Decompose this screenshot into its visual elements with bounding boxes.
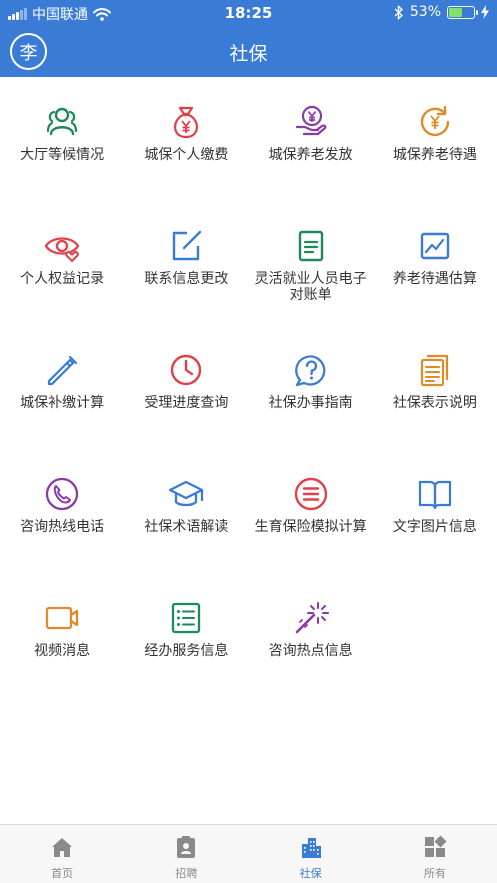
service-label: 城保养老发放 xyxy=(268,147,353,163)
service-tile[interactable]: 社保办事指南 xyxy=(249,325,373,449)
service-label: 城保补缴计算 xyxy=(20,395,105,411)
service-label: 灵活就业人员电子对账单 xyxy=(254,271,367,303)
money-bag-icon xyxy=(174,106,199,139)
document-icon xyxy=(298,230,323,262)
service-tile[interactable]: 城保养老待遇 xyxy=(373,77,497,201)
pencil-icon xyxy=(48,355,78,386)
chart-icon xyxy=(420,232,450,260)
phone-icon xyxy=(45,477,79,511)
badge-icon xyxy=(177,836,196,858)
service-label: 受理进度查询 xyxy=(144,395,229,411)
service-grid: 大厅等候情况 城保个人缴费 城保养老发放 城保养老待遇个人权益记录 联系信息更改 灵活就业… xyxy=(0,77,497,697)
service-tile[interactable]: 大厅等候情况 xyxy=(0,77,124,201)
service-label: 养老待遇估算 xyxy=(392,271,477,287)
yuan-hand-icon xyxy=(295,105,326,136)
service-tile[interactable]: 个人权益记录 xyxy=(0,201,124,325)
service-tile[interactable]: 视频消息 xyxy=(0,573,124,697)
page-title: 社保 xyxy=(229,43,268,65)
tab-building[interactable]: 社保 xyxy=(249,825,373,883)
service-tile[interactable]: 城保补缴计算 xyxy=(0,325,124,449)
service-label: 咨询热点信息 xyxy=(268,643,353,659)
service-label: 生育保险模拟计算 xyxy=(254,519,367,535)
list-icon xyxy=(172,602,201,634)
tab-bar: 首页 招聘 社保 所有 xyxy=(0,824,497,883)
file-stack-icon xyxy=(420,354,448,387)
tab-label: 首页 xyxy=(51,867,74,880)
tab-apps[interactable]: 所有 xyxy=(373,825,497,883)
book-icon xyxy=(418,480,451,510)
charging-icon xyxy=(481,5,489,19)
service-tile[interactable]: 文字图片信息 xyxy=(373,449,497,573)
service-label: 联系信息更改 xyxy=(144,271,229,287)
service-tile[interactable]: 咨询热线电话 xyxy=(0,449,124,573)
service-label: 个人权益记录 xyxy=(20,271,105,287)
service-label: 城保个人缴费 xyxy=(144,147,229,163)
service-tile[interactable]: 社保表示说明 xyxy=(373,325,497,449)
list-circle-icon xyxy=(294,477,327,511)
nav-bar: 李 社保 xyxy=(0,26,497,77)
status-right: 53% xyxy=(394,4,489,20)
service-label: 咨询热线电话 xyxy=(20,519,105,535)
video-icon xyxy=(45,606,79,630)
magic-wand-icon xyxy=(295,602,329,634)
eye-heart-icon xyxy=(44,237,80,263)
status-bar: 中国联通 18:25 53% xyxy=(0,0,497,26)
apps-icon xyxy=(424,835,447,857)
yuan-refresh-icon xyxy=(420,105,450,137)
service-tile[interactable]: 养老待遇估算 xyxy=(373,201,497,325)
service-label: 经办服务信息 xyxy=(144,643,229,659)
service-tile[interactable]: 城保养老发放 xyxy=(249,77,373,201)
graduation-cap-icon xyxy=(169,480,204,507)
question-icon xyxy=(294,355,326,387)
service-tile[interactable]: 咨询热点信息 xyxy=(249,573,373,697)
service-label: 社保术语解读 xyxy=(144,519,229,535)
home-icon xyxy=(52,838,73,857)
tab-label: 招聘 xyxy=(175,867,198,880)
battery-icon xyxy=(447,5,478,19)
service-label: 大厅等候情况 xyxy=(20,147,105,163)
service-label: 视频消息 xyxy=(34,643,91,659)
clock-icon xyxy=(171,354,202,386)
battery-percent: 53% xyxy=(409,4,441,20)
service-label: 社保表示说明 xyxy=(392,395,477,411)
bluetooth-icon xyxy=(394,4,403,20)
tab-label: 所有 xyxy=(423,867,446,880)
service-tile[interactable]: 城保个人缴费 xyxy=(124,77,248,201)
service-tile[interactable]: 生育保险模拟计算 xyxy=(249,449,373,573)
people-icon xyxy=(47,107,78,136)
service-tile[interactable]: 联系信息更改 xyxy=(124,201,248,325)
service-tile[interactable]: 灵活就业人员电子对账单 xyxy=(249,201,373,325)
tab-home[interactable]: 首页 xyxy=(0,825,124,883)
service-tile[interactable]: 受理进度查询 xyxy=(124,325,248,449)
service-label: 社保办事指南 xyxy=(268,395,353,411)
edit-icon xyxy=(173,230,202,261)
service-label: 文字图片信息 xyxy=(392,519,477,535)
service-label: 城保养老待遇 xyxy=(392,147,477,163)
service-tile[interactable]: 经办服务信息 xyxy=(124,573,248,697)
tab-badge[interactable]: 招聘 xyxy=(124,825,248,883)
building-icon xyxy=(301,838,321,858)
tab-label: 社保 xyxy=(299,867,322,880)
service-tile[interactable]: 社保术语解读 xyxy=(124,449,248,573)
